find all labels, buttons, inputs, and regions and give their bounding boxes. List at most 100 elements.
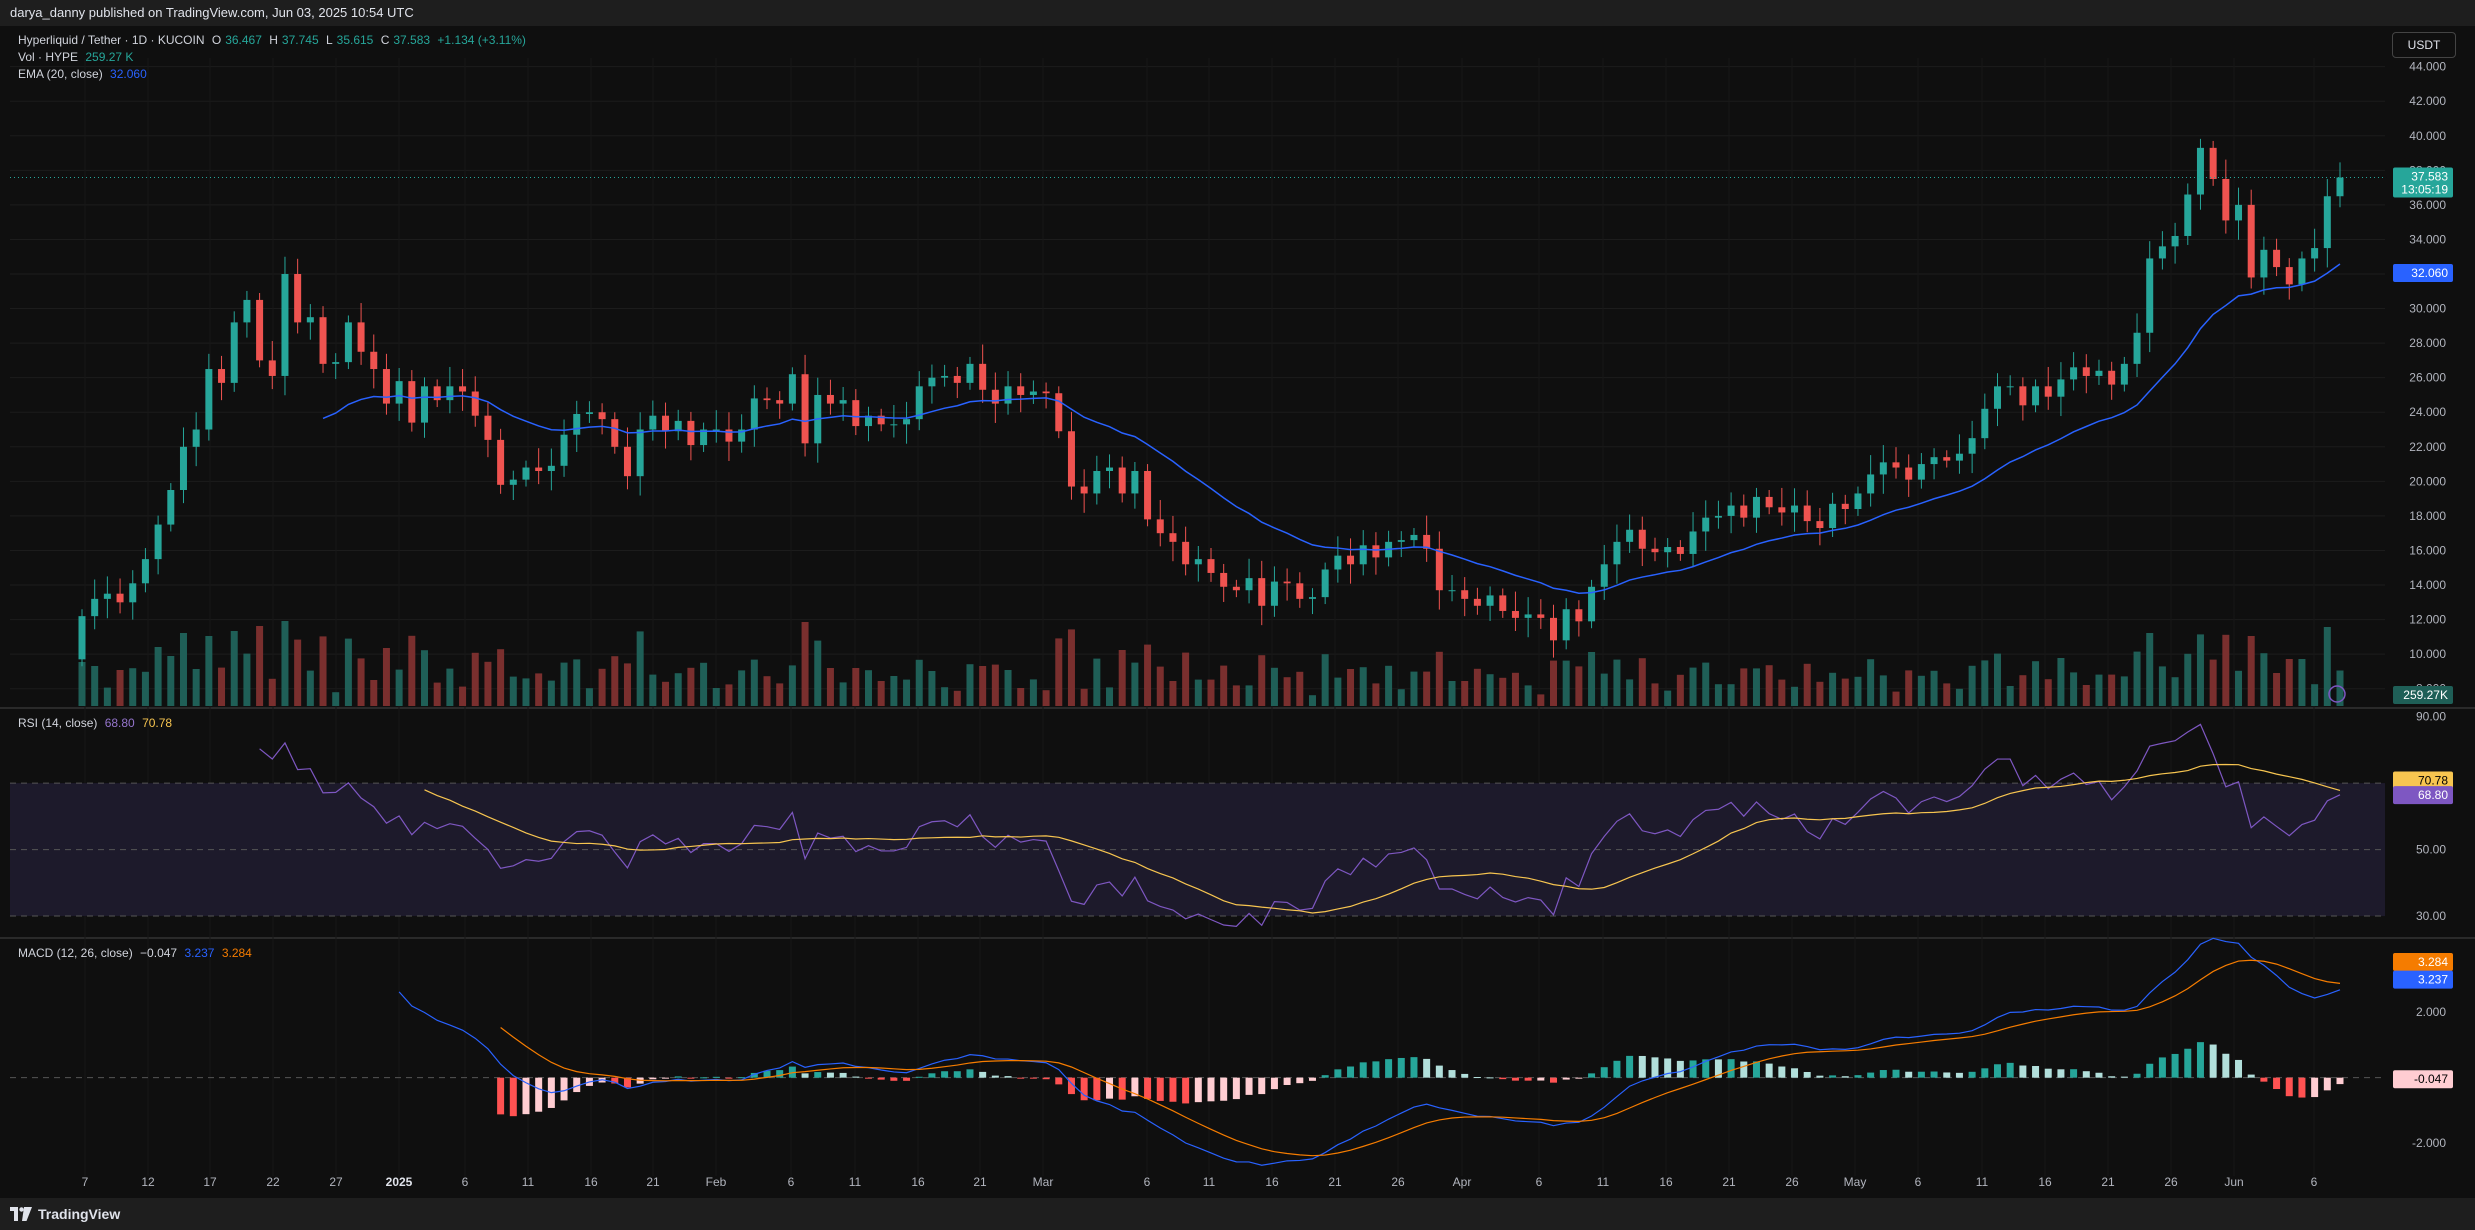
volume-bar: [1766, 665, 1773, 706]
volume-bar: [1106, 687, 1113, 706]
macd-hist-bar: [1055, 1078, 1062, 1085]
macd-hist-bar: [1093, 1078, 1100, 1101]
macd-signal-tag: 3.284: [2418, 955, 2448, 969]
macd-hist-bar: [2222, 1054, 2229, 1078]
macd-hist-bar: [535, 1078, 542, 1112]
volume-bar: [789, 665, 796, 706]
volume-bar: [2172, 677, 2179, 706]
candle-body: [2108, 371, 2115, 385]
macd-hist-bar: [992, 1076, 999, 1078]
volume-bar: [472, 653, 479, 706]
volume-bar: [117, 670, 124, 706]
macd-hist-bar: [1829, 1075, 1836, 1077]
volume-bar: [167, 656, 174, 706]
macd-hist-bar: [776, 1070, 783, 1078]
price-tick-label: 44.000: [2409, 60, 2446, 74]
time-tick-label: 2025: [386, 1175, 413, 1189]
volume-bar: [979, 666, 986, 706]
macd-hist-bar: [2121, 1077, 2128, 1078]
volume-bar: [1169, 681, 1176, 706]
candle-body: [2172, 236, 2179, 246]
volume-bar: [129, 668, 136, 706]
volume-bar: [484, 662, 491, 706]
volume-bar: [2273, 673, 2280, 706]
candle-body: [281, 274, 288, 376]
volume-bar: [91, 666, 98, 706]
volume-bar: [2159, 666, 2166, 706]
candle-body: [2070, 367, 2077, 379]
time-tick-label: 16: [584, 1175, 598, 1189]
macd-hist-bar: [1169, 1078, 1176, 1102]
candle-body: [1816, 521, 1823, 528]
candle-body: [1766, 497, 1773, 507]
footer-bar: TradingView: [0, 1198, 2475, 1230]
macd-hist-bar: [1563, 1078, 1570, 1080]
time-tick-label: 6: [462, 1175, 469, 1189]
macd-hist-bar: [1728, 1059, 1735, 1078]
macd-hist-bar: [1017, 1078, 1024, 1079]
macd-label: MACD (12, 26, close): [18, 946, 133, 960]
candle-body: [370, 352, 377, 369]
volume-bar: [1588, 652, 1595, 706]
macd-hist-bar: [738, 1077, 745, 1078]
price-tick-label: 24.000: [2409, 405, 2446, 419]
low-label: L: [326, 33, 333, 47]
volume-bar: [2070, 672, 2077, 706]
volume-bar: [1969, 666, 1976, 706]
candle-body: [827, 395, 834, 404]
candle-body: [1981, 409, 1988, 438]
tradingview-logo[interactable]: TradingView: [10, 1206, 120, 1222]
candle-body: [2337, 178, 2344, 197]
volume-bar: [1664, 691, 1671, 706]
candle-body: [2184, 195, 2191, 236]
volume-bar: [1474, 669, 1481, 706]
macd-hist-bar: [1626, 1056, 1633, 1078]
volume-bar: [1512, 673, 1519, 706]
time-tick-label: 11: [1597, 1175, 1610, 1189]
candle-body: [776, 400, 783, 403]
candle-body: [1639, 530, 1646, 549]
volume-bar: [725, 684, 732, 706]
macd-hist-bar: [1106, 1078, 1113, 1099]
candle-body: [1131, 471, 1138, 493]
macd-hist-bar: [954, 1071, 961, 1077]
candle-body: [624, 447, 631, 476]
volume-bar: [535, 673, 542, 706]
open-value: 36.467: [225, 33, 262, 47]
macd-hist-bar: [1588, 1073, 1595, 1077]
candle-body: [1854, 493, 1861, 509]
volume-bar: [1487, 674, 1494, 706]
macd-hist-bar: [1385, 1059, 1392, 1078]
volume-bar: [281, 621, 288, 706]
macd-hist-bar: [1372, 1061, 1379, 1077]
time-tick-label: 21: [1722, 1175, 1736, 1189]
chart-canvas[interactable]: 44.00042.00040.00038.00036.00034.00032.0…: [0, 26, 2475, 1198]
volume-bar: [992, 665, 999, 706]
candle-body: [890, 424, 897, 425]
candle-body: [1055, 393, 1062, 431]
rsi-legend: RSI (14, close) 68.80 70.78: [18, 716, 176, 730]
candle-body: [1893, 462, 1900, 467]
candle-body: [1487, 595, 1494, 605]
candle-body: [1246, 578, 1253, 590]
macd-hist-bar: [1296, 1078, 1303, 1084]
macd-hist-bar: [814, 1072, 821, 1078]
price-tick-label: 18.000: [2409, 509, 2446, 523]
macd-hist-bar: [865, 1078, 872, 1079]
rsi-value: 68.80: [105, 716, 135, 730]
currency-button[interactable]: USDT: [2392, 32, 2456, 58]
volume-bar: [345, 639, 352, 706]
volume-bar: [1931, 671, 1938, 706]
candle-body: [1537, 614, 1544, 617]
macd-hist-bar: [1842, 1076, 1849, 1077]
volume-bar: [1575, 666, 1582, 706]
candle-body: [1296, 583, 1303, 599]
volume-bar: [852, 668, 859, 706]
volume-bar: [1639, 658, 1646, 706]
price-tick-label: 36.000: [2409, 198, 2446, 212]
macd-hist-bar: [497, 1078, 504, 1115]
high-value: 37.745: [282, 33, 319, 47]
candle-body: [1258, 578, 1265, 606]
volume-bar: [1461, 681, 1468, 706]
volume-bar: [396, 670, 403, 706]
